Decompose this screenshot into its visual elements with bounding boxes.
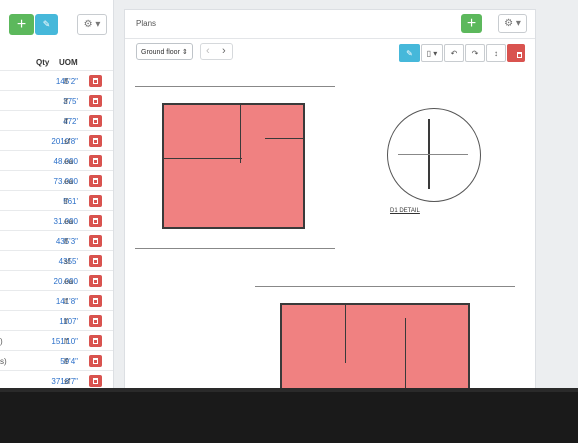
delete-row-button[interactable] — [89, 275, 102, 287]
detail-label: D1 DETAIL — [390, 208, 420, 214]
uom-value: sf — [64, 377, 71, 386]
settings-dropdown[interactable]: ⚙ ▾ — [77, 14, 107, 35]
pencil-icon: ✎ — [42, 19, 51, 29]
table-row[interactable]: 435'3" lf — [0, 230, 113, 251]
upper-floor-plan — [135, 78, 335, 258]
table-row[interactable]: 1107' lf — [0, 310, 113, 331]
delete-row-button[interactable] — [89, 115, 102, 127]
table-row[interactable]: 4355' sf — [0, 250, 113, 271]
qty-header: Qty — [36, 58, 50, 67]
add-takeoff-button[interactable]: + — [9, 14, 34, 35]
uom-value: sf — [64, 137, 71, 146]
plans-panel: Plans + ⚙ ▾ Ground floor ⇕ ‹ › ✎ ▯ ▾ ↶ ↷… — [124, 9, 536, 392]
redo-button[interactable]: ↷ — [465, 44, 485, 62]
row-label: s) — [0, 357, 7, 366]
delete-row-button[interactable] — [89, 195, 102, 207]
divider — [125, 38, 535, 39]
uom-value: lf — [64, 77, 68, 86]
scale-button[interactable]: ↕ — [486, 44, 506, 62]
next-page-button[interactable]: › — [222, 45, 226, 57]
takeoff-list-panel: + ✎ ⚙ ▾ Qty UOM 145'2" lf 375' lf 472' lf 2010… — [0, 0, 114, 392]
table-row[interactable]: 561' lf — [0, 190, 113, 211]
app-screen: + ✎ ⚙ ▾ Qty UOM 145'2" lf 375' lf 472' lf 2010… — [0, 0, 578, 392]
table-row[interactable]: 472' lf — [0, 110, 113, 131]
uom-value: sf — [64, 257, 71, 266]
page-nav: ‹ › — [200, 43, 233, 60]
plus-icon: + — [466, 14, 477, 32]
row-label: ) — [0, 337, 3, 346]
uom-value: lf — [64, 337, 68, 346]
edit-button[interactable]: ✎ — [35, 14, 58, 35]
undo-button[interactable]: ↶ — [444, 44, 464, 62]
plus-icon: + — [16, 15, 27, 33]
delete-plan-button[interactable] — [507, 44, 525, 62]
redo-icon: ↷ — [471, 48, 479, 58]
table-row[interactable]: s) 59'4" lf — [0, 350, 113, 371]
delete-row-button[interactable] — [89, 95, 102, 107]
table-row[interactable]: 375' lf — [0, 90, 113, 111]
uom-value: lf — [64, 317, 68, 326]
gear-icon: ⚙ ▾ — [83, 19, 101, 30]
prev-page-button[interactable]: ‹ — [206, 45, 210, 57]
uom-value: ea — [64, 157, 73, 166]
table-row[interactable]: 20.000 ea — [0, 270, 113, 291]
uom-value: ea — [64, 177, 73, 186]
uom-value: lf — [64, 117, 68, 126]
delete-row-button[interactable] — [89, 335, 102, 347]
table-row[interactable]: 48.000 ea — [0, 150, 113, 171]
shape-dropdown[interactable]: ▯ ▾ — [421, 44, 443, 62]
takeoff-area-upper[interactable] — [162, 103, 305, 229]
table-header: Qty UOM — [0, 56, 113, 70]
takeoff-area-lower[interactable] — [280, 303, 470, 392]
delete-row-button[interactable] — [89, 135, 102, 147]
table-row[interactable]: 73.000 ea — [0, 170, 113, 191]
uom-value: lf — [64, 197, 68, 206]
panel-title: Plans — [136, 19, 157, 28]
delete-row-button[interactable] — [89, 295, 102, 307]
qty-value[interactable]: 59'4" — [60, 357, 78, 366]
pencil-icon: ✎ — [406, 48, 413, 58]
laptop-keyboard — [0, 392, 578, 443]
delete-row-button[interactable] — [89, 375, 102, 387]
plan-settings-dropdown[interactable]: ⚙ ▾ — [498, 14, 527, 33]
draw-tool-button[interactable]: ✎ — [399, 44, 420, 62]
uom-value: ea — [64, 217, 73, 226]
trash-icon — [513, 49, 522, 58]
lower-floor-plan — [255, 278, 515, 392]
delete-row-button[interactable] — [89, 75, 102, 87]
vertical-arrows-icon: ↕ — [494, 48, 498, 58]
delete-row-button[interactable] — [89, 255, 102, 267]
blueprint-canvas[interactable]: D1 DETAIL — [125, 68, 535, 392]
gear-icon: ⚙ ▾ — [504, 18, 521, 29]
undo-icon: ↶ — [450, 48, 458, 58]
floor-select[interactable]: Ground floor ⇕ — [136, 43, 193, 60]
uom-value: lf — [64, 237, 68, 246]
uom-value: lf — [64, 97, 68, 106]
uom-value: ea — [64, 277, 73, 286]
table-row[interactable]: 31.000 ea — [0, 210, 113, 231]
uom-value: lf — [64, 297, 68, 306]
delete-row-button[interactable] — [89, 155, 102, 167]
table-row[interactable]: 2010'8" sf — [0, 130, 113, 151]
uom-header: UOM — [59, 58, 78, 67]
rectangle-icon: ▯ ▾ — [426, 48, 438, 58]
delete-row-button[interactable] — [89, 315, 102, 327]
delete-row-button[interactable] — [89, 355, 102, 367]
table-row[interactable]: 141'8" lf — [0, 290, 113, 311]
detail-callout — [387, 108, 481, 202]
qty-value[interactable]: 1107' — [59, 317, 78, 326]
delete-row-button[interactable] — [89, 175, 102, 187]
delete-row-button[interactable] — [89, 235, 102, 247]
delete-row-button[interactable] — [89, 215, 102, 227]
table-row[interactable]: ) 151'10" lf — [0, 330, 113, 351]
uom-value: lf — [64, 357, 68, 366]
table-row[interactable]: 145'2" lf — [0, 70, 113, 91]
add-plan-button[interactable]: + — [461, 14, 482, 33]
